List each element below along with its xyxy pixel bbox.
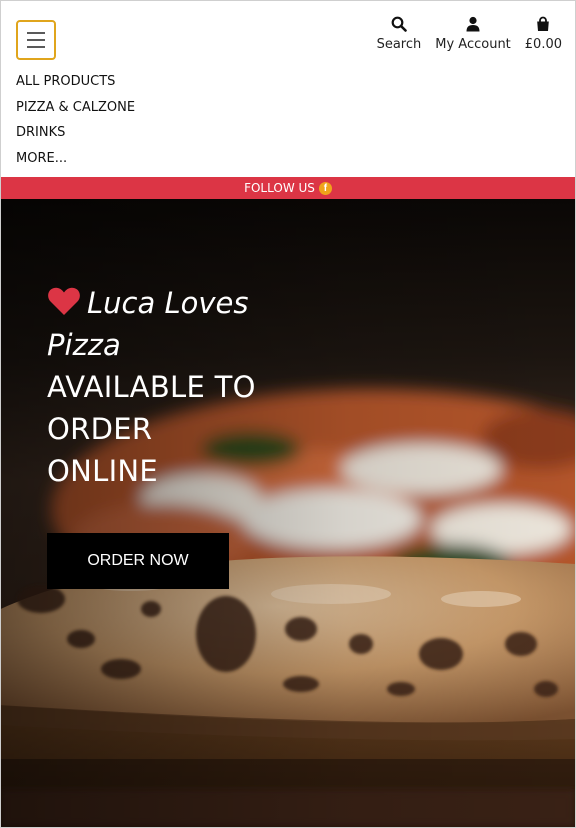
hamburger-line [27, 46, 45, 48]
nav-item-all-products[interactable]: ALL PRODUCTS [16, 73, 135, 99]
shopping-bag-icon [532, 13, 554, 35]
nav-item-drinks[interactable]: DRINKS [16, 124, 135, 150]
nav-item-more[interactable]: MORE... [16, 150, 135, 176]
site-header: Search My Account £0.00 ALL PRODUCTS PIZ… [1, 1, 575, 177]
order-now-button[interactable]: ORDER NOW [47, 533, 229, 589]
search-button[interactable]: Search [376, 13, 422, 52]
brand-text-1: Luca Loves [87, 286, 249, 320]
basket-total: £0.00 [524, 37, 562, 52]
user-icon [462, 13, 484, 35]
search-icon [388, 13, 410, 35]
brand-line-1: Luca Loves [47, 282, 307, 324]
nav-item-pizza-calzone[interactable]: PIZZA & CALZONE [16, 99, 135, 125]
header-tools: Search My Account £0.00 [377, 13, 562, 52]
hero-headline: Luca Loves Pizza AVAILABLE TO ORDER ONLI… [47, 282, 307, 492]
brand-line-2: Pizza [47, 328, 121, 362]
tagline-line-1: AVAILABLE TO [47, 370, 256, 404]
hamburger-menu-icon [27, 32, 45, 34]
hamburger-line [27, 39, 45, 41]
follow-us-bar[interactable]: FOLLOW US f [1, 177, 575, 199]
my-account-label: My Account [435, 37, 511, 52]
search-label: Search [376, 37, 422, 52]
tagline-line-2: ORDER [47, 412, 153, 446]
follow-us-text: FOLLOW US [244, 181, 315, 195]
tagline-line-3: ONLINE [47, 454, 159, 488]
heart-icon [48, 287, 80, 315]
facebook-icon[interactable]: f [318, 181, 332, 195]
basket-button[interactable]: £0.00 [525, 13, 562, 52]
main-nav: ALL PRODUCTS PIZZA & CALZONE DRINKS MORE… [16, 73, 135, 175]
menu-toggle-button[interactable] [16, 20, 56, 60]
my-account-button[interactable]: My Account [435, 13, 511, 52]
